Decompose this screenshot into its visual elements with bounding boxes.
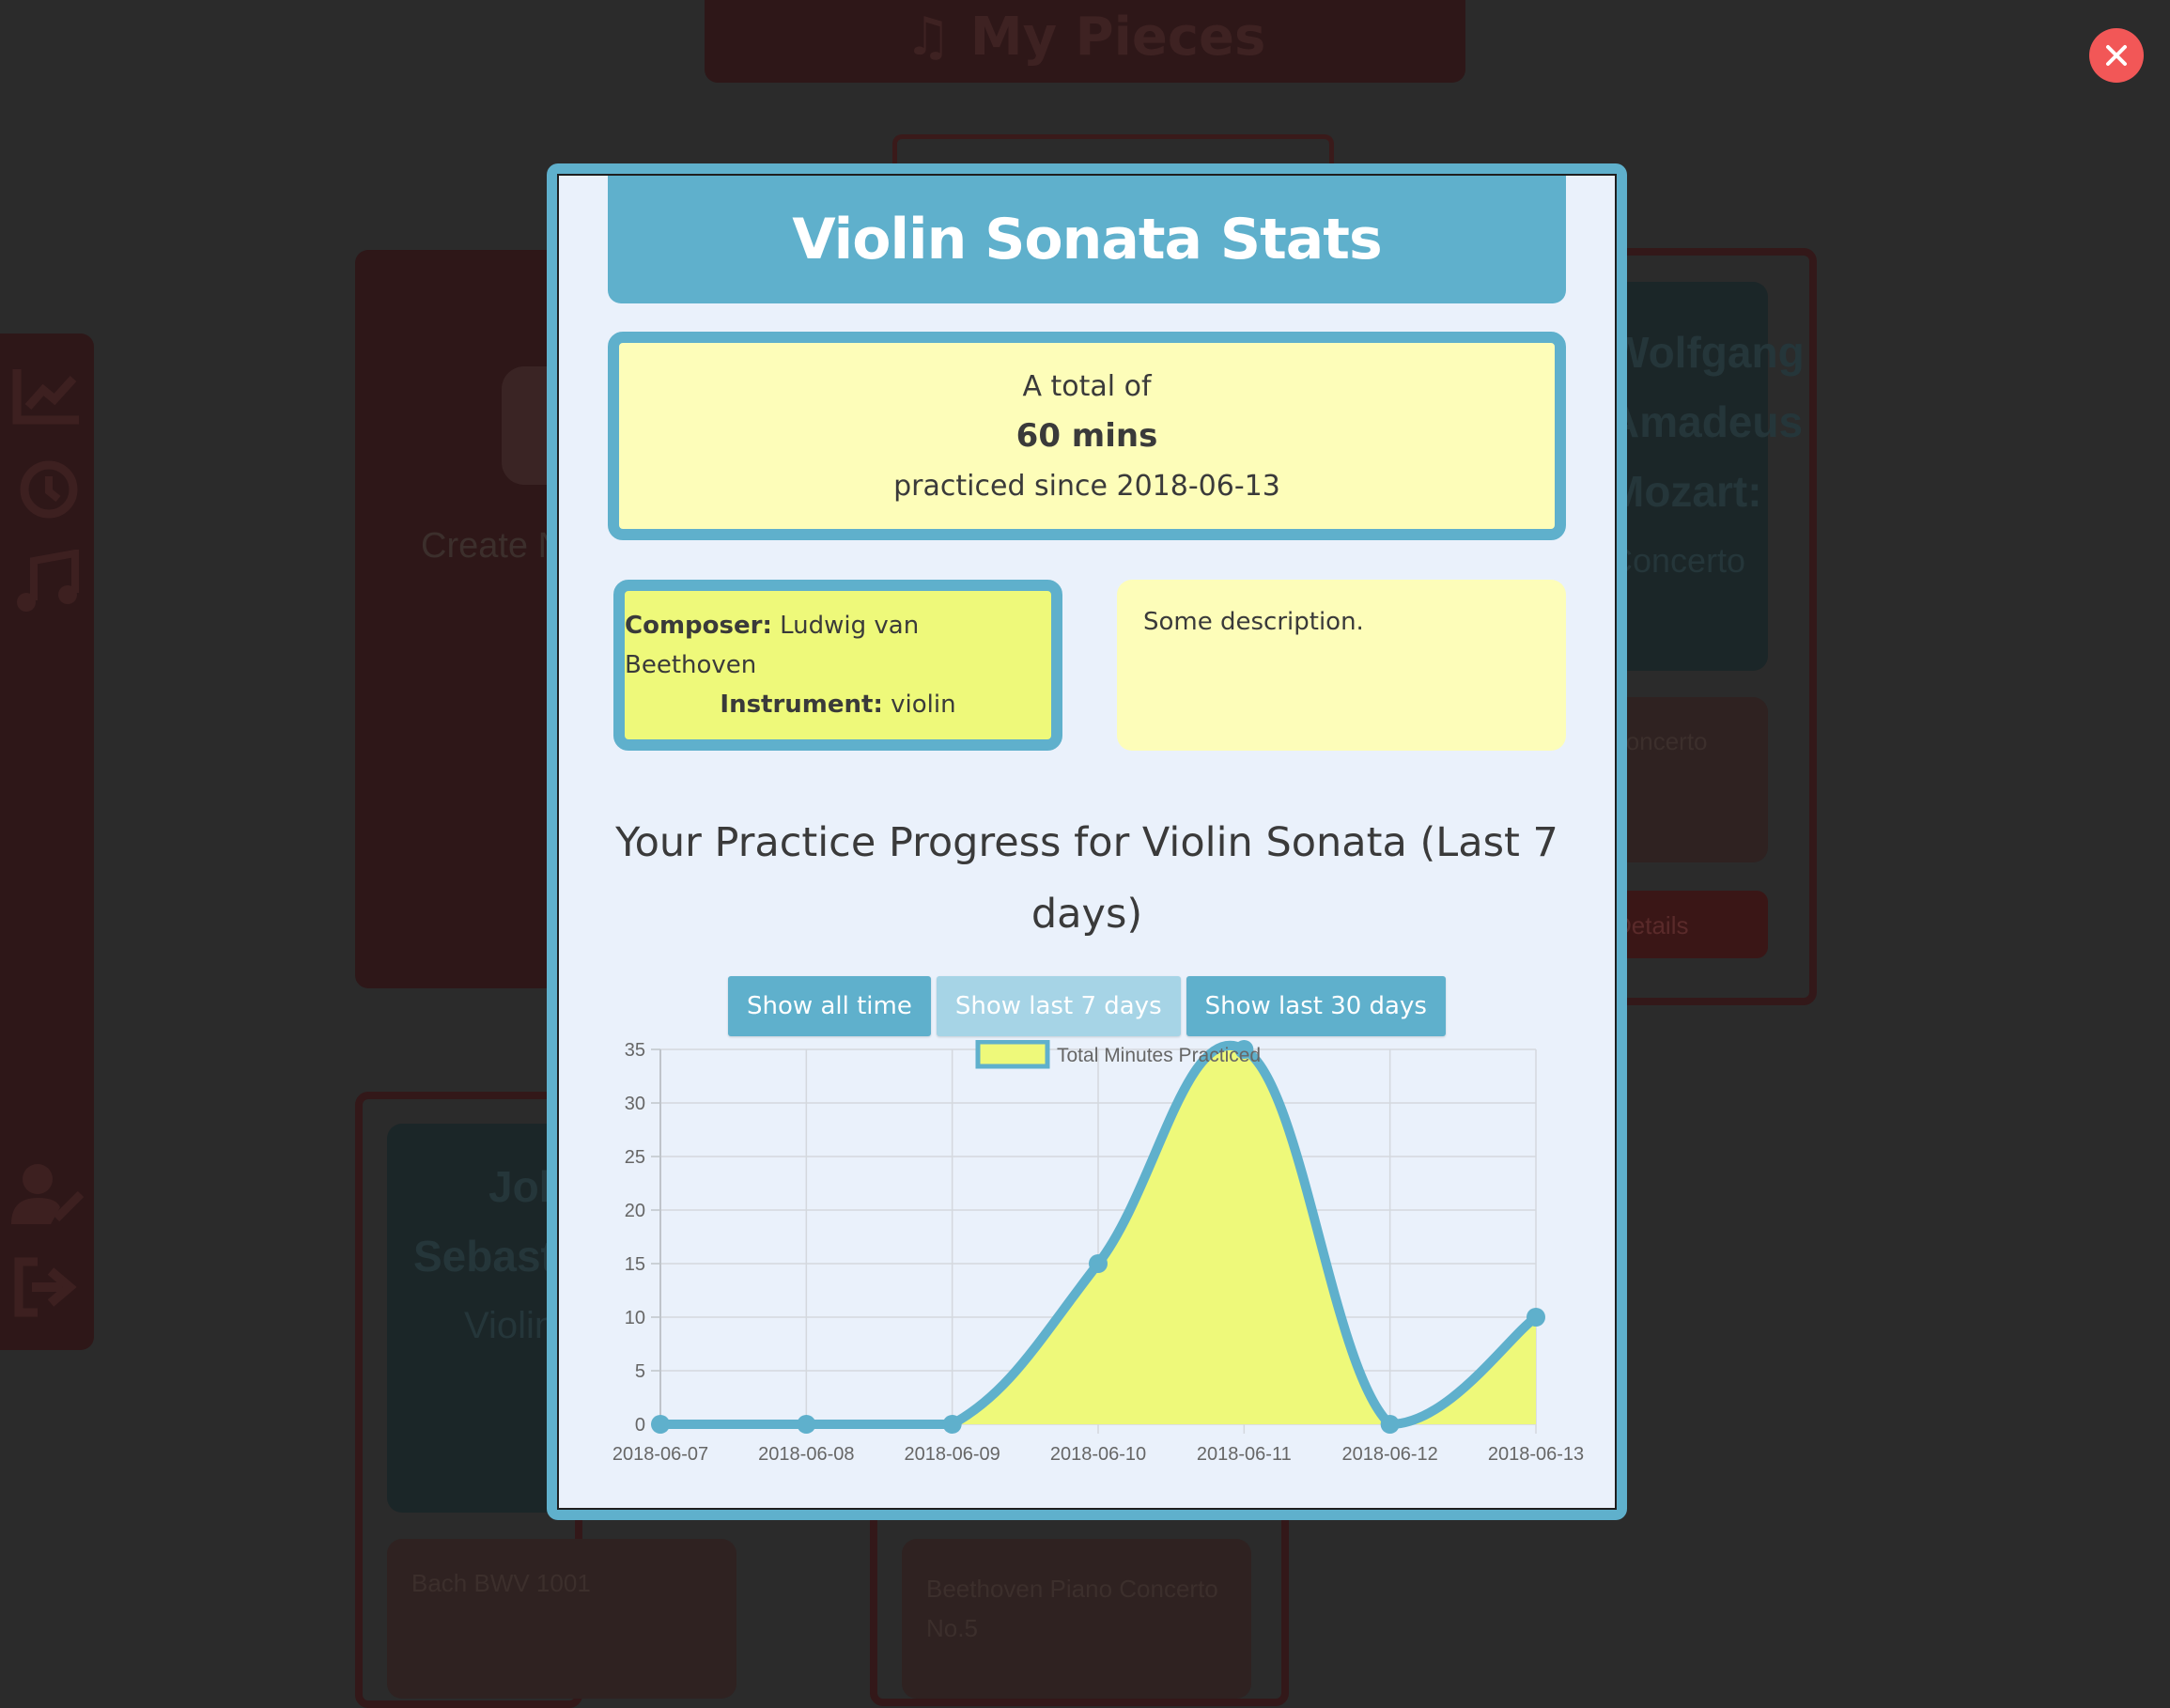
total-minutes: 60 mins [1015,416,1158,455]
y-tick-label: 20 [625,1201,645,1221]
data-point [1380,1415,1400,1434]
legend-swatch [975,1040,1050,1069]
stats-modal-content: Violin Sonata Stats A total of 60 mins p… [557,174,1617,1510]
piece-card-item [387,1539,736,1699]
piece-card-composer: Wolfgang Amadeus Mozart: Concerto [1608,328,1805,580]
music-note-icon[interactable] [9,550,85,615]
instrument-label: Instrument: [720,691,883,719]
total-prefix: A total of [1022,369,1152,403]
show-last-7-days-button[interactable]: Show last 7 days [936,976,1181,1036]
close-button[interactable] [2089,28,2144,83]
chart-line-icon[interactable] [9,362,85,427]
piece-card-item-label: Bach BWV 1001 [411,1569,591,1597]
description-text: Some description. [1143,608,1364,636]
data-point [942,1415,962,1434]
close-icon [2106,45,2127,66]
page-header: ♫ My Pieces [705,0,1465,83]
instrument-value: violin [891,691,956,719]
x-tick-label: 2018-06-08 [758,1444,854,1465]
x-tick-label: 2018-06-09 [905,1444,1000,1465]
y-tick-label: 0 [635,1415,645,1436]
create-card[interactable] [355,250,571,988]
practice-chart: 0 5 10 15 20 25 30 35 2018-06-07 2018-06-08 2018-0… [597,1040,1592,1508]
piece-card-item-label: Beethoven Piano Concerto No.5 [926,1575,1218,1642]
show-last-30-days-button[interactable]: Show last 30 days [1186,976,1446,1036]
x-tick-label: 2018-06-10 [1050,1444,1146,1465]
x-tick-label: 2018-06-07 [612,1444,708,1465]
user-edit-icon[interactable] [9,1160,85,1226]
y-tick-label: 5 [635,1361,645,1382]
total-practice-box: A total of 60 mins practiced since 2018-… [608,332,1566,540]
data-point [651,1415,670,1434]
modal-title: Violin Sonata Stats [792,207,1382,272]
stats-modal: Violin Sonata Stats A total of 60 mins p… [547,163,1627,1520]
sign-out-icon[interactable] [9,1254,85,1320]
show-all-time-button[interactable]: Show all time [728,976,931,1036]
range-button-group: Show all time Show last 7 days Show last… [559,976,1615,1036]
practice-chart-svg: 0 5 10 15 20 25 30 35 2018-06-07 2018-06-08 2018-0… [612,1040,1584,1465]
y-tick-label: 35 [625,1040,645,1061]
piece-info-box: Composer: Ludwig van Beethoven Instrumen… [613,580,1062,751]
page-title: My Pieces [969,6,1266,68]
x-tick-label: 2018-06-13 [1488,1444,1584,1465]
music-note-icon: ♫ [904,6,952,68]
description-box: Some description. [1117,580,1566,751]
instrument-row: Instrument: violin [720,685,955,724]
y-tick-label: 15 [625,1254,645,1275]
y-tick-label: 25 [625,1147,645,1168]
legend-label: Total Minutes Practiced [1057,1045,1261,1066]
composer-label: Composer: [625,612,772,640]
data-point [1527,1308,1545,1327]
x-tick-label: 2018-06-11 [1197,1444,1292,1465]
data-point [1089,1254,1108,1273]
composer-row: Composer: Ludwig van Beethoven [625,606,1051,685]
y-tick-label: 10 [625,1308,645,1328]
sidebar [0,334,94,1350]
progress-title: Your Practice Progress for Violin Sonata… [615,819,1558,938]
total-since: practiced since 2018-06-13 [893,469,1280,503]
x-tick-label: 2018-06-12 [1342,1444,1438,1465]
y-tick-label: 30 [625,1094,645,1114]
history-icon[interactable] [9,456,85,521]
data-point [797,1415,816,1434]
modal-title-bar: Violin Sonata Stats [608,176,1566,303]
